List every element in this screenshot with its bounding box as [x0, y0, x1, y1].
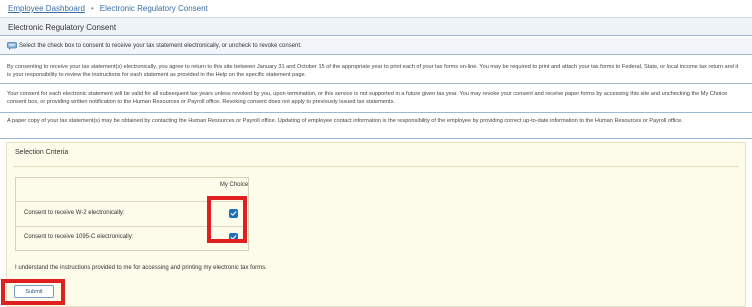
instruction-banner: Select the check box to consent to recei… — [0, 38, 752, 55]
consent-paragraph-2: Your consent for each electronic stateme… — [0, 86, 752, 113]
submit-highlight-annotation — [1, 279, 65, 305]
paragraph-text: Your consent for each electronic stateme… — [7, 91, 728, 105]
breadcrumb: Employee Dashboard • Electronic Regulatory… — [8, 4, 208, 14]
consent-paragraph-1: By consenting to receive your tax statem… — [0, 57, 752, 84]
page-title: Electronic Regulatory Consent — [8, 23, 117, 32]
breadcrumb-current: Electronic Regulatory Consent — [99, 4, 208, 13]
acknowledgement-text: I understand the instructions provided t… — [15, 265, 267, 271]
selection-criteria-heading: Selection Criteria — [15, 149, 69, 156]
checkbox-highlight-annotation — [207, 196, 247, 243]
page-title-bar: Electronic Regulatory Consent — [0, 17, 752, 36]
paragraph-text: A paper copy of your tax statement(s) ma… — [7, 118, 683, 124]
selection-criteria-panel: Selection Criteria My Choice Consent to … — [6, 142, 746, 307]
paragraph-text: By consenting to receive your tax statem… — [7, 64, 739, 78]
divider — [13, 166, 739, 167]
info-message-icon — [7, 42, 17, 50]
w2-consent-label: Consent to receive W-2 electronically: — [24, 210, 125, 216]
consent-paragraph-3: A paper copy of your tax statement(s) ma… — [0, 115, 752, 139]
my-choice-column-header: My Choice — [219, 182, 249, 188]
breadcrumb-separator: • — [90, 4, 94, 13]
1095c-consent-label: Consent to receive 1095-C electronically… — [24, 234, 134, 240]
breadcrumb-employee-dashboard-link[interactable]: Employee Dashboard — [8, 4, 85, 13]
instruction-text: Select the check box to consent to recei… — [19, 43, 302, 49]
